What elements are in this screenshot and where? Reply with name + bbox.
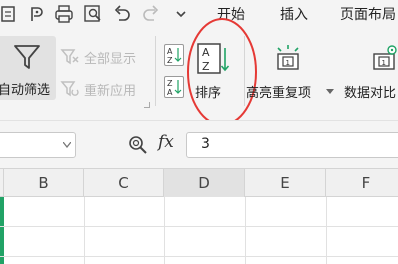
svg-text:1: 1 (286, 59, 290, 67)
column-header-b[interactable]: B (4, 169, 84, 197)
undo-icon[interactable] (111, 3, 133, 25)
filter-clear-icon (60, 49, 79, 65)
grid-line (84, 197, 85, 264)
svg-text:A: A (167, 47, 173, 56)
filter-funnel-icon (14, 45, 40, 69)
cell-grid[interactable] (0, 197, 398, 264)
print-preview-icon[interactable] (82, 3, 104, 25)
tab-insert[interactable]: 插入 (280, 4, 308, 24)
formula-bar: fx 3 (0, 120, 398, 168)
ribbon-divider (244, 36, 245, 106)
autofilter-button[interactable]: 自动筛选 (0, 36, 56, 100)
data-compare-icon: 1 (373, 45, 397, 70)
column-header-c[interactable]: C (84, 169, 164, 197)
dropdown-arrow-icon[interactable] (326, 89, 334, 95)
ribbon-toolbar: 自动筛选 全部显示 重新应用 A Z Z A A Z 排序 1 高亮重复项 1 … (0, 18, 398, 126)
tab-page-layout[interactable]: 页面布局 (340, 4, 396, 24)
grid-line (326, 197, 327, 264)
reapply-button[interactable]: 重新应用 (60, 78, 152, 100)
data-compare-label: 数据对比 (344, 86, 397, 101)
sort-ascending-button[interactable]: A Z (164, 44, 184, 66)
print-icon[interactable] (53, 3, 75, 25)
svg-text:Z: Z (167, 56, 173, 65)
fx-insert-function-button[interactable]: fx (158, 132, 174, 152)
filter-refresh-icon (60, 81, 79, 97)
show-all-label: 全部显示 (84, 52, 137, 67)
ribbon-divider (155, 36, 156, 106)
svg-text:A: A (167, 88, 173, 97)
chevron-down-icon[interactable] (63, 142, 71, 148)
formula-input[interactable]: 3 (186, 132, 398, 158)
show-all-button[interactable]: 全部显示 (60, 46, 152, 68)
file-icon[interactable] (0, 3, 22, 25)
data-compare-button[interactable]: 1 数据对比 (342, 40, 398, 102)
svg-text:1: 1 (382, 59, 386, 67)
sort-descending-button[interactable]: Z A (164, 76, 184, 98)
highlight-duplicates-label: 高亮重复项 (246, 86, 312, 101)
reapply-label: 重新应用 (84, 84, 137, 99)
column-header-f[interactable]: F (326, 169, 398, 197)
formula-value: 3 (201, 136, 210, 152)
sort-za-icon: Z A (167, 79, 182, 97)
active-cell-border (0, 197, 4, 264)
grid-line (0, 226, 398, 227)
redo-icon[interactable] (140, 3, 162, 25)
column-headers: B C D E F (0, 168, 398, 197)
group-dialog-launcher-icon[interactable] (144, 102, 150, 108)
zoom-search-icon[interactable] (127, 134, 149, 156)
highlight-duplicates-button[interactable]: 1 高亮重复项 (246, 40, 338, 102)
name-box[interactable] (0, 132, 76, 158)
grid-line (164, 197, 165, 264)
highlight-duplicates-icon: 1 (277, 45, 299, 70)
column-header-e[interactable]: E (245, 169, 326, 197)
export-pdf-icon[interactable] (26, 3, 48, 25)
svg-text:Z: Z (167, 79, 173, 88)
sort-az-icon: A Z (167, 47, 182, 65)
autofilter-label: 自动筛选 (0, 83, 51, 98)
grid-line (245, 197, 246, 264)
grid-line (0, 256, 398, 257)
column-header-d[interactable]: D (164, 169, 245, 197)
